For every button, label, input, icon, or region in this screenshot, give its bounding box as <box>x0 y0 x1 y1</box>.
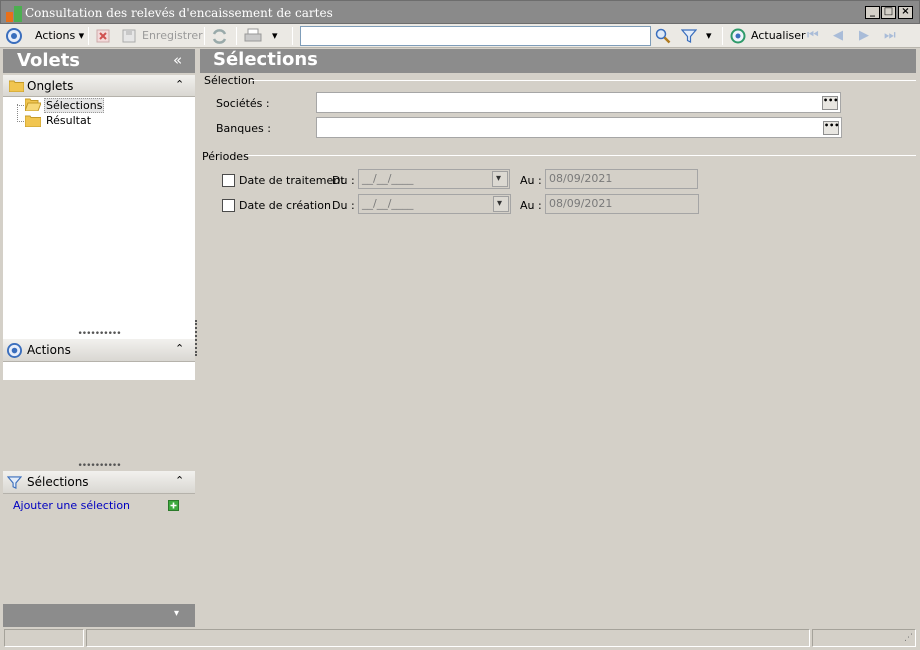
chevron-down-icon[interactable]: ▾ <box>174 608 179 619</box>
toolbar-separator <box>236 27 237 45</box>
tabs-section-header[interactable]: Onglets ⌃ <box>3 75 195 97</box>
filter-dropdown-icon[interactable]: ▾ <box>706 27 712 45</box>
add-selection-link[interactable]: Ajouter une sélection <box>13 499 130 512</box>
delete-icon[interactable] <box>96 29 110 43</box>
actions-icon <box>7 343 22 358</box>
processing-from-combo[interactable]: __/__/____ ▾ <box>358 169 510 189</box>
status-cell <box>812 629 916 647</box>
group-divider <box>246 155 916 156</box>
search-input[interactable] <box>300 26 651 46</box>
creation-from-dropdown-button[interactable]: ▾ <box>493 196 509 212</box>
toolbar-separator <box>204 27 205 45</box>
toolbar: Actions ▾ Enregistrer ▾ ▾ Actualiser ⏮ ◀… <box>0 24 920 48</box>
banks-browse-button[interactable]: ••• <box>823 121 839 135</box>
status-cell <box>4 629 84 647</box>
print-dropdown-icon[interactable]: ▾ <box>272 27 278 45</box>
panel-header: Volets « <box>3 49 195 73</box>
tree-item-label: Résultat <box>46 114 92 127</box>
creation-from-value: __/__/____ <box>362 197 414 210</box>
previous-record-icon[interactable]: ◀ <box>833 27 843 45</box>
first-record-icon[interactable]: ⏮ <box>807 27 819 45</box>
chevron-down-icon: ▾ <box>497 198 503 209</box>
status-cell <box>86 629 810 647</box>
processing-from-dropdown-button[interactable]: ▾ <box>492 171 508 187</box>
selections-section-header[interactable]: Sélections ⌃ <box>3 471 195 494</box>
main-header: Sélections <box>200 49 916 73</box>
companies-field[interactable]: ••• <box>316 92 841 113</box>
processing-to-field[interactable]: 08/09/2021 <box>545 169 698 189</box>
refresh-icon[interactable] <box>730 28 746 44</box>
selections-section-title: Sélections <box>27 475 89 489</box>
last-record-icon[interactable]: ⏭ <box>884 27 896 45</box>
toolbar-separator <box>722 27 723 45</box>
collapse-section-icon[interactable]: ⌃ <box>175 474 184 487</box>
creation-from-label: Du : <box>332 199 355 212</box>
dropdown-arrow-icon: ▾ <box>75 29 85 42</box>
refresh-button[interactable]: Actualiser <box>751 27 806 45</box>
collapse-section-icon[interactable]: ⌃ <box>175 78 184 91</box>
processing-to-value: 08/09/2021 <box>549 172 613 185</box>
creation-from-combo[interactable]: __/__/____ ▾ <box>358 194 511 214</box>
selection-group-title: Sélection <box>204 74 255 87</box>
processing-to-label: Au : <box>520 174 542 187</box>
vertical-splitter-handle[interactable] <box>195 320 197 356</box>
add-icon[interactable] <box>168 500 179 511</box>
creation-date-label: Date de création <box>239 199 331 212</box>
creation-to-value: 08/09/2021 <box>549 197 613 210</box>
panel-title: Volets <box>17 50 81 71</box>
title-bar: Consultation des relevés d'encaissement … <box>0 0 920 24</box>
chevron-down-icon: ▾ <box>496 173 502 184</box>
window-title: Consultation des relevés d'encaissement … <box>25 6 333 20</box>
actions-icon[interactable] <box>6 28 22 44</box>
folder-icon <box>9 80 24 92</box>
search-icon[interactable] <box>655 28 671 44</box>
creation-date-checkbox[interactable] <box>222 199 235 212</box>
banks-label: Banques : <box>216 122 271 135</box>
banks-field[interactable]: ••• <box>316 117 842 138</box>
folder-icon <box>25 115 41 127</box>
processing-from-label: Du : <box>332 174 355 187</box>
open-folder-icon <box>25 98 41 111</box>
periods-group-title: Périodes <box>202 150 249 163</box>
splitter-handle[interactable]: •••••••••• <box>3 329 195 339</box>
resize-grip-icon[interactable]: ⋰ <box>904 633 913 643</box>
companies-label: Sociétés : <box>216 97 270 110</box>
left-panel: Volets « Onglets ⌃ Sélections Résultat •… <box>3 49 195 627</box>
actions-section-title: Actions <box>27 343 71 357</box>
close-button[interactable]: × <box>898 6 913 19</box>
tabs-section-title: Onglets <box>27 79 74 93</box>
splitter-handle[interactable]: •••••••••• <box>3 461 195 471</box>
minimize-button[interactable]: _ <box>865 6 880 19</box>
tree-line <box>17 104 18 120</box>
maximize-button[interactable]: □ <box>881 6 896 19</box>
collapse-section-icon[interactable]: ⌃ <box>175 342 184 355</box>
processing-date-checkbox[interactable] <box>222 174 235 187</box>
toolbar-separator <box>88 27 89 45</box>
collapse-panel-button[interactable]: « <box>173 51 182 69</box>
save-button[interactable]: Enregistrer <box>142 27 203 45</box>
next-record-icon[interactable]: ▶ <box>859 27 869 45</box>
app-icon <box>6 6 22 22</box>
actions-section-header[interactable]: Actions ⌃ <box>3 339 195 362</box>
companies-browse-button[interactable]: ••• <box>822 96 838 110</box>
processing-date-label: Date de traitement <box>239 174 345 187</box>
tree-item-result[interactable]: Résultat <box>25 113 99 128</box>
filter-icon[interactable] <box>681 28 697 44</box>
sync-icon[interactable] <box>211 28 228 45</box>
save-icon <box>122 29 136 43</box>
status-bar: ⋰ <box>0 627 920 650</box>
filter-icon <box>7 476 22 490</box>
actions-menu-label: Actions <box>35 29 76 42</box>
print-icon[interactable] <box>244 28 262 44</box>
page-title: Sélections <box>213 49 318 70</box>
actions-menu-button[interactable]: Actions ▾ <box>35 27 84 45</box>
tree-item-label: Sélections <box>44 98 105 113</box>
panel-footer: ▾ <box>3 604 195 627</box>
creation-to-label: Au : <box>520 199 542 212</box>
processing-from-value: __/__/____ <box>362 172 414 185</box>
tree-item-selections[interactable]: Sélections <box>25 97 105 113</box>
creation-to-field[interactable]: 08/09/2021 <box>545 194 699 214</box>
group-divider <box>250 80 916 81</box>
toolbar-separator <box>292 27 293 45</box>
